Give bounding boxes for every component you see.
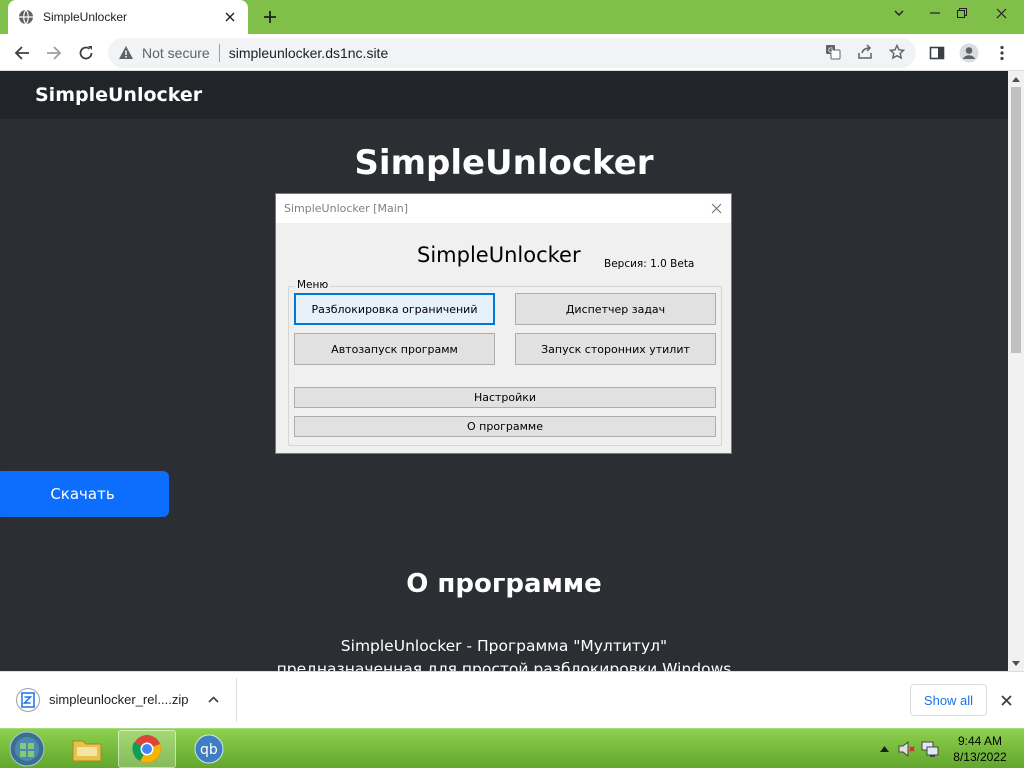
site-navbar: SimpleUnlocker <box>0 71 1008 119</box>
about-program-button[interactable]: О программе <box>294 416 716 437</box>
dialog-app-name: SimpleUnlocker <box>417 243 581 267</box>
show-all-button[interactable]: Show all <box>910 684 987 716</box>
tab-search-icon[interactable] <box>882 0 916 26</box>
clock-date: 8/13/2022 <box>953 750 1007 764</box>
dialog-version: Версия: 1.0 Beta <box>604 258 695 270</box>
dialog-close-icon[interactable] <box>707 199 725 217</box>
dialog-titlebar[interactable]: SimpleUnlocker [Main] <box>276 194 731 223</box>
scroll-up-icon[interactable] <box>1008 71 1024 87</box>
chrome-taskbar-icon[interactable] <box>118 730 176 768</box>
tab-strip: SimpleUnlocker <box>0 0 1024 34</box>
browser-tab[interactable]: SimpleUnlocker <box>8 0 248 34</box>
site-brand-link[interactable]: SimpleUnlocker <box>35 84 202 106</box>
download-shelf: simpleunlocker_rel....zip Show all <box>0 671 1024 728</box>
about-paragraph: SimpleUnlocker - Программа "Мултитул" пр… <box>276 637 732 671</box>
warning-icon[interactable] <box>118 45 134 61</box>
translate-icon[interactable]: G <box>822 41 844 63</box>
unlock-restrictions-button[interactable]: Разблокировка ограничений <box>294 293 495 325</box>
shelf-divider <box>236 678 237 722</box>
svg-text:G: G <box>828 47 833 55</box>
not-secure-label: Not secure <box>142 45 210 61</box>
bookmark-star-icon[interactable] <box>886 41 908 63</box>
network-icon[interactable] <box>920 739 940 759</box>
globe-icon <box>19 9 33 25</box>
settings-button[interactable]: Настройки <box>294 387 716 408</box>
autorun-button[interactable]: Автозапуск программ <box>294 333 495 365</box>
menu-group-label: Меню <box>295 279 331 291</box>
windows-taskbar: qb 9:44 AM 8/13/2022 <box>0 728 1024 768</box>
download-filename[interactable]: simpleunlocker_rel....zip <box>49 692 188 707</box>
hero-title: SimpleUnlocker <box>354 143 654 183</box>
qbittorrent-icon[interactable]: qb <box>180 730 238 768</box>
forward-icon[interactable] <box>41 40 67 66</box>
browser-toolbar: Not secure simpleunlocker.ds1nc.site G <box>0 34 1024 71</box>
tab-title: SimpleUnlocker <box>43 10 128 24</box>
restore-icon[interactable] <box>945 0 979 26</box>
window-close-icon[interactable] <box>984 0 1018 26</box>
omnibox-separator <box>218 44 220 62</box>
tray-expand-icon[interactable] <box>874 739 894 759</box>
address-bar[interactable]: Not secure simpleunlocker.ds1nc.site <box>108 38 916 68</box>
shelf-close-icon[interactable] <box>996 690 1016 710</box>
reload-icon[interactable] <box>73 40 99 66</box>
zip-file-icon <box>16 688 40 712</box>
new-tab-icon[interactable] <box>258 6 282 28</box>
simpleunlocker-dialog: SimpleUnlocker [Main] SimpleUnlocker Вер… <box>275 193 732 454</box>
back-icon[interactable] <box>9 40 35 66</box>
about-heading: О программе <box>406 569 602 599</box>
third-party-utils-button[interactable]: Запуск сторонних утилит <box>515 333 716 365</box>
menu-kebab-icon[interactable] <box>989 40 1015 66</box>
profile-avatar-icon[interactable] <box>956 40 982 66</box>
clock-time: 9:44 AM <box>957 734 1003 748</box>
share-icon[interactable] <box>854 41 876 63</box>
task-manager-button[interactable]: Диспетчер задач <box>515 293 716 325</box>
svg-text:qb: qb <box>200 742 218 758</box>
url-text[interactable]: simpleunlocker.ds1nc.site <box>229 45 389 61</box>
download-button[interactable]: Скачать <box>0 471 169 517</box>
scroll-down-icon[interactable] <box>1008 655 1024 671</box>
side-panel-icon[interactable] <box>924 40 950 66</box>
chevron-up-icon[interactable] <box>204 690 222 708</box>
file-explorer-icon[interactable] <box>58 730 116 768</box>
volume-muted-icon[interactable] <box>897 739 917 759</box>
scroll-thumb[interactable] <box>1011 87 1021 353</box>
system-clock[interactable]: 9:44 AM 8/13/2022 <box>942 733 1018 765</box>
page-scrollbar[interactable] <box>1008 71 1024 671</box>
start-orb-icon[interactable] <box>0 730 54 768</box>
close-tab-icon[interactable] <box>222 9 238 25</box>
dialog-title: SimpleUnlocker [Main] <box>284 202 409 215</box>
